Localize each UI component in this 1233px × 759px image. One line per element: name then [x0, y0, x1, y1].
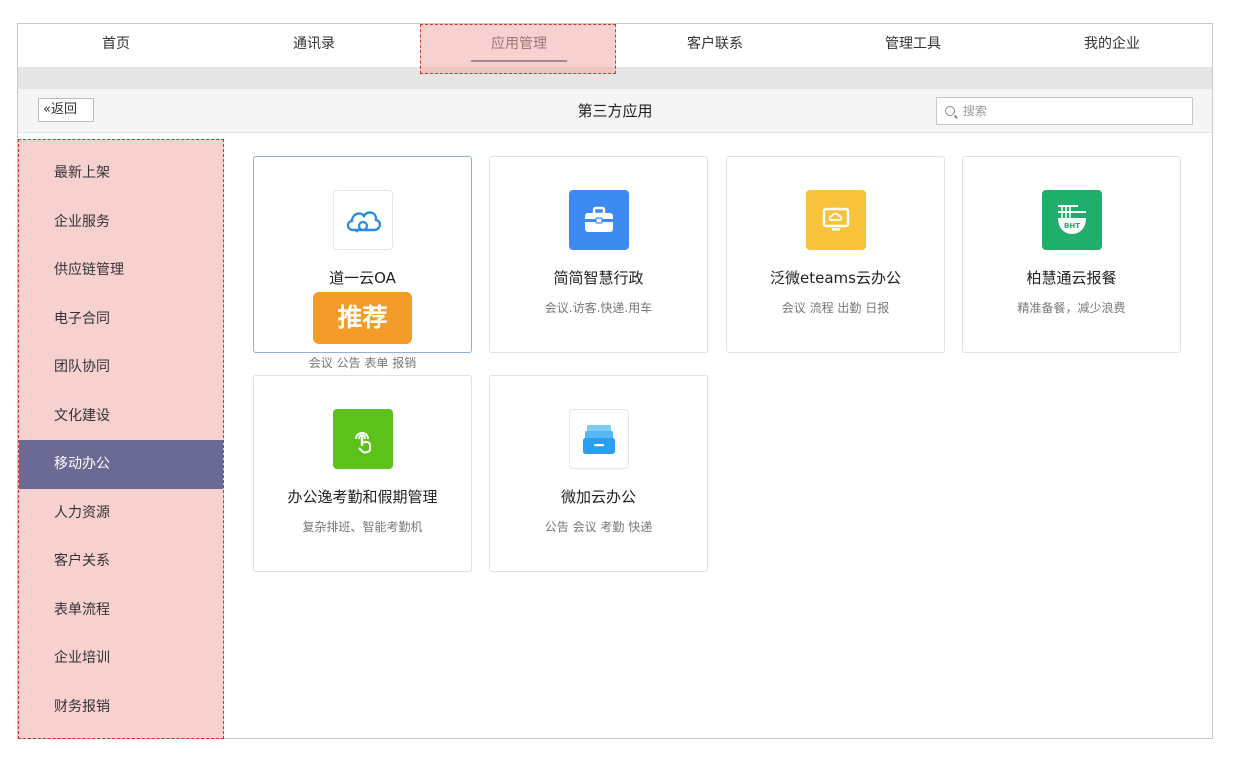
tab-home[interactable]: 首页 — [18, 24, 214, 67]
app-card[interactable]: 简简智慧行政 会议.访客.快递.用车 — [489, 156, 708, 353]
sidebar-item-form-process[interactable]: 表单流程 — [19, 586, 223, 635]
sidebar-item-culture[interactable]: 文化建设 — [19, 392, 223, 441]
app-name: 办公逸考勤和假期管理 — [287, 488, 438, 506]
sidebar-item-expense[interactable]: 财务报销 — [19, 683, 223, 732]
sidebar-item-supply-chain[interactable]: 供应链管理 — [19, 246, 223, 295]
active-tab-underline — [471, 60, 567, 62]
tab-app-management[interactable]: 应用管理 — [421, 24, 617, 67]
sidebar-item-crm[interactable]: 客户关系 — [19, 537, 223, 586]
app-name: 道一云OA — [329, 269, 396, 287]
app-card[interactable]: 泛微eteams云办公 会议 流程 出勤 日报 — [726, 156, 945, 353]
app-description: 公告 会议 考勤 快递 — [544, 520, 653, 534]
top-nav: 首页 通讯录 应用管理 客户联系 管理工具 我的企业 — [18, 24, 1212, 67]
monitor-icon — [806, 190, 866, 250]
tab-label: 通讯录 — [293, 36, 335, 52]
search-icon — [945, 106, 955, 116]
recommend-badge: 推荐 — [313, 292, 412, 344]
search-input[interactable] — [962, 104, 1163, 118]
app-description: 复杂排班、智能考勤机 — [302, 520, 423, 534]
app-description: 会议.访客.快递.用车 — [544, 301, 653, 315]
app-card[interactable]: 微加云办公 公告 会议 考勤 快递 — [489, 375, 708, 572]
app-name: 柏慧通云报餐 — [1026, 269, 1117, 287]
tab-label: 我的企业 — [1084, 36, 1140, 52]
tab-label: 应用管理 — [491, 36, 547, 52]
app-card[interactable]: 道一云OA 推荐 会议 公告 表单 报销 — [253, 156, 472, 370]
app-name: 微加云办公 — [560, 488, 636, 506]
search-box[interactable] — [936, 97, 1193, 125]
app-description: 会议 流程 出勤 日报 — [781, 301, 890, 315]
fingerprint-icon — [333, 409, 393, 469]
cloud-icon — [333, 190, 393, 250]
sidebar-item-team-collaboration[interactable]: 团队协同 — [19, 343, 223, 392]
svg-text:BHT: BHT — [1064, 222, 1080, 230]
toolbar: 第三方应用 «返回 — [18, 89, 1212, 133]
tab-label: 客户联系 — [687, 36, 743, 52]
tab-management-tools[interactable]: 管理工具 — [815, 24, 1011, 67]
briefcase-icon — [569, 190, 629, 250]
tab-contacts[interactable]: 通讯录 — [216, 24, 412, 67]
app-frame: 首页 通讯录 应用管理 客户联系 管理工具 我的企业 第三方应用 «返回 最新上… — [17, 23, 1213, 739]
sidebar-item-enterprise-services[interactable]: 企业服务 — [19, 198, 223, 247]
back-button[interactable]: «返回 — [38, 98, 94, 122]
app-name: 简简智慧行政 — [553, 269, 644, 287]
sidebar-item-training[interactable]: 企业培训 — [19, 634, 223, 683]
sidebar-item-hr[interactable]: 人力资源 — [19, 489, 223, 538]
app-card[interactable]: BHT 柏慧通云报餐 精准备餐，减少浪费 — [962, 156, 1181, 353]
sidebar-item-new-arrivals[interactable]: 最新上架 — [19, 149, 223, 198]
tab-label: 首页 — [102, 36, 130, 52]
app-description: 会议 公告 表单 报销 — [308, 356, 417, 370]
app-card[interactable]: 办公逸考勤和假期管理 复杂排班、智能考勤机 — [253, 375, 472, 572]
nav-divider-bar — [18, 67, 1212, 89]
sidebar-item-mobile-office[interactable]: 移动办公 — [19, 440, 223, 489]
tab-customer-contact[interactable]: 客户联系 — [617, 24, 813, 67]
noodle-bowl-icon: BHT — [1042, 190, 1102, 250]
sidebar-item-e-contract[interactable]: 电子合同 — [19, 295, 223, 344]
tab-my-enterprise[interactable]: 我的企业 — [1014, 24, 1210, 67]
drawer-icon — [569, 409, 629, 469]
category-sidebar: 最新上架 企业服务 供应链管理 电子合同 团队协同 文化建设 移动办公 人力资源… — [18, 139, 224, 739]
app-description: 精准备餐，减少浪费 — [1017, 301, 1126, 315]
tab-label: 管理工具 — [885, 36, 941, 52]
app-name: 泛微eteams云办公 — [770, 269, 901, 287]
